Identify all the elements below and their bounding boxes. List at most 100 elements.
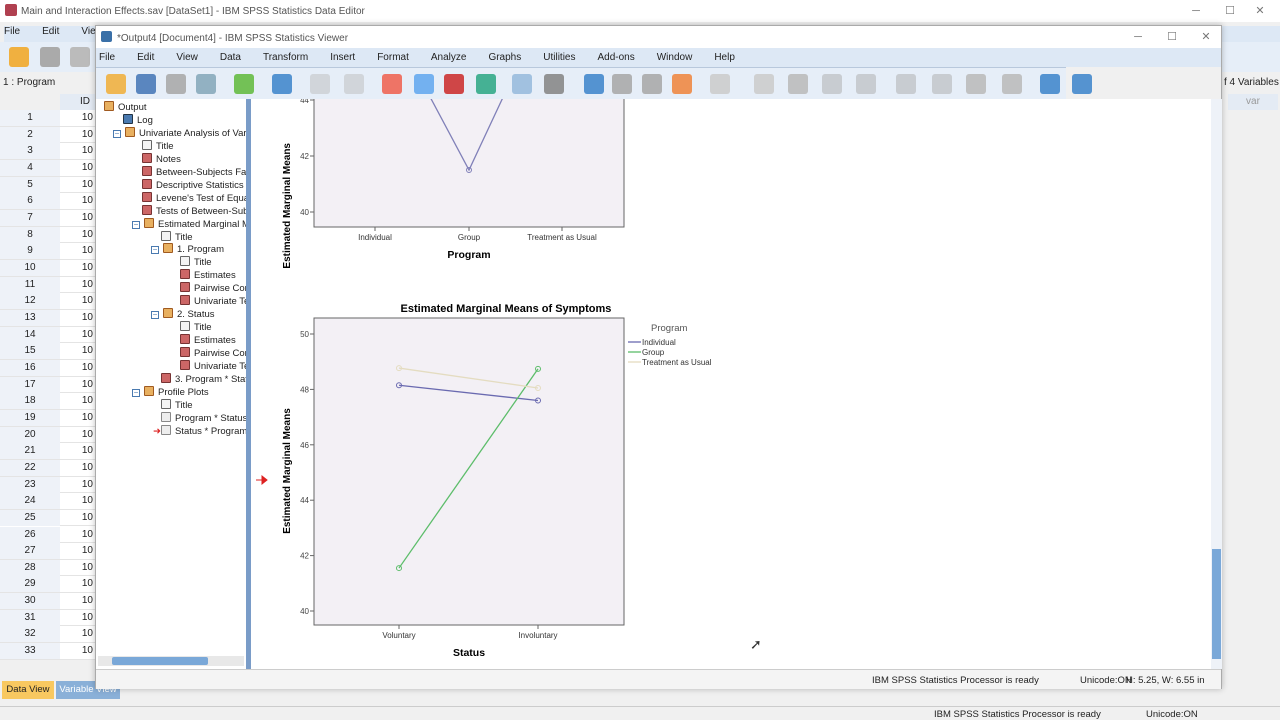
row-number[interactable]: 3 [0,143,60,160]
menu-addons[interactable]: Add-ons [597,52,634,63]
menu-view[interactable]: View [176,52,198,63]
row-number[interactable]: 22 [0,459,60,476]
tree-item[interactable]: Title [161,398,193,412]
print-icon[interactable] [70,47,90,67]
data-row[interactable]: 23 10 [0,476,95,494]
collapse-toggle-icon[interactable]: − [113,129,121,138]
id-cell[interactable]: 10 [60,160,95,176]
data-row[interactable]: 6 10 [0,193,95,210]
menu-file[interactable]: File [99,52,115,63]
hide-icon[interactable] [1002,74,1022,94]
promote-icon[interactable] [1072,74,1092,94]
id-cell[interactable]: 10 [60,576,95,592]
print-preview-icon[interactable] [196,74,216,94]
tree-item[interactable]: Program * Status [161,411,246,425]
id-cell[interactable]: 10 [60,110,95,126]
id-cell[interactable]: 10 [60,643,95,659]
row-number[interactable]: 18 [0,393,60,410]
data-row[interactable]: 3 10 [0,143,95,160]
id-cell[interactable]: 10 [60,427,95,443]
goto-data-icon[interactable] [382,74,402,94]
save-icon[interactable] [136,74,156,94]
use-sets-icon[interactable] [512,74,532,94]
column-header-var[interactable]: var [1228,94,1278,110]
collapse-icon[interactable] [932,74,952,94]
data-row[interactable]: 16 10 [0,359,95,377]
id-cell[interactable]: 10 [60,610,95,626]
tree-item[interactable]: 3. Program * Statu [161,372,246,386]
data-row[interactable]: 30 10 [0,593,95,610]
row-number[interactable]: 9 [0,243,60,260]
tree-item[interactable]: Descriptive Statistics [142,178,244,192]
tree-item[interactable]: Univariate Te [180,295,246,308]
data-row[interactable]: 24 10 [0,493,95,510]
tree-item[interactable]: − Estimated Marginal Me [132,217,246,231]
row-number[interactable]: 21 [0,443,60,460]
data-row[interactable]: 25 10 [0,509,95,527]
collapse-toggle-icon[interactable]: − [151,246,159,255]
menu-analyze[interactable]: Analyze [431,52,467,63]
row-number[interactable]: 10 [0,259,60,276]
data-row[interactable]: 21 10 [0,443,95,460]
menu-graphs[interactable]: Graphs [488,52,521,63]
menu-help[interactable]: Help [714,52,735,63]
row-number[interactable]: 1 [0,110,60,126]
tree-item[interactable]: Pairwise Con [180,347,246,360]
id-cell[interactable]: 10 [60,360,95,376]
scroll-thumb[interactable] [1212,549,1221,659]
row-number[interactable]: 32 [0,626,60,643]
tree-item[interactable]: ➜ Status * Program [153,424,246,438]
create-autoscript-icon[interactable] [754,74,774,94]
data-row[interactable]: 14 10 [0,326,95,344]
vertical-scrollbar[interactable] [1211,99,1222,669]
tree-item[interactable]: − 1. Program [151,243,224,256]
row-number[interactable]: 16 [0,359,60,376]
tree-item[interactable]: Title [180,256,212,269]
open-icon[interactable] [9,47,29,67]
data-row[interactable]: 9 10 [0,243,95,260]
tree-item[interactable]: Estimates [180,269,236,282]
id-cell[interactable]: 10 [60,310,95,326]
row-number[interactable]: 15 [0,343,60,360]
export-icon[interactable] [234,74,254,94]
id-cell[interactable]: 10 [60,377,95,393]
id-cell[interactable]: 10 [60,177,95,193]
tree-item[interactable]: Notes [142,152,181,166]
recall-dialog-icon[interactable] [272,74,292,94]
data-row[interactable]: 31 10 [0,609,95,627]
tree-item[interactable]: Tests of Between-Subj [142,204,246,218]
tree-item[interactable]: Title [180,321,212,334]
forward-arrow-icon[interactable] [856,74,876,94]
row-number[interactable]: 25 [0,509,60,526]
data-row[interactable]: 8 10 [0,226,95,244]
row-number[interactable]: 14 [0,326,60,343]
row-number[interactable]: 11 [0,276,60,293]
data-view-tab[interactable]: Data View [2,681,54,699]
viewer-close-button[interactable]: ✕ [1196,30,1216,43]
viewer-minimize-button[interactable]: ─ [1128,31,1148,43]
id-cell[interactable]: 10 [60,410,95,426]
insert-output-icon[interactable] [584,74,604,94]
menu-transform[interactable]: Transform [263,52,308,63]
minimize-button[interactable]: ─ [1186,5,1206,17]
goto-case-icon[interactable] [414,74,434,94]
data-row[interactable]: 27 10 [0,543,95,560]
collapse-toggle-icon[interactable]: − [132,388,140,397]
tree-item[interactable]: Output [104,101,147,114]
data-row[interactable]: 18 10 [0,393,95,410]
id-cell[interactable]: 10 [60,510,95,526]
row-number[interactable]: 29 [0,576,60,593]
data-row[interactable]: 11 10 [0,276,95,294]
data-row[interactable]: 17 10 [0,376,95,394]
tree-item[interactable]: Title [161,230,193,244]
tree-item[interactable]: − 2. Status [151,308,215,321]
print-icon[interactable] [166,74,186,94]
row-number[interactable]: 6 [0,193,60,210]
data-row[interactable]: 10 10 [0,259,95,277]
id-cell[interactable]: 10 [60,293,95,309]
data-row[interactable]: 22 10 [0,459,95,477]
maximize-button[interactable]: ☐ [1220,4,1240,17]
tree-item[interactable]: − Profile Plots [132,385,209,399]
id-cell[interactable]: 10 [60,210,95,226]
show-icon[interactable] [966,74,986,94]
